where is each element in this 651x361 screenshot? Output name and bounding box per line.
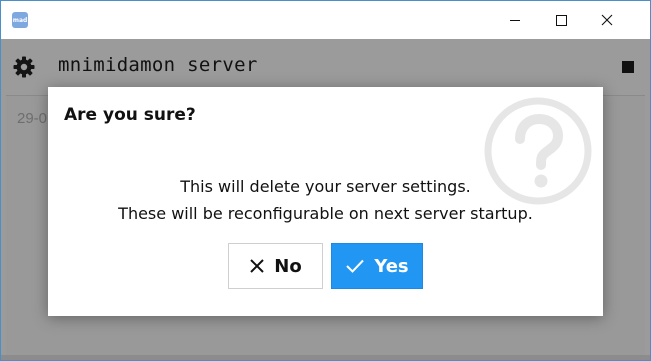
- confirm-dialog: Are you sure? This will delete your serv…: [48, 87, 603, 316]
- server-name: mnimidamon server: [58, 54, 258, 76]
- minimize-icon: [510, 19, 520, 21]
- maximize-icon: [555, 14, 567, 26]
- no-button[interactable]: No: [228, 243, 323, 289]
- stop-icon[interactable]: [622, 61, 634, 73]
- close-button[interactable]: [584, 1, 630, 39]
- x-icon: [250, 259, 264, 273]
- dialog-message: This will delete your server settings. T…: [48, 173, 603, 227]
- close-icon: [601, 14, 613, 26]
- bottom-bar: [1, 355, 650, 360]
- title-bar[interactable]: mad: [1, 1, 650, 39]
- yes-button[interactable]: Yes: [331, 243, 423, 289]
- app-window: mad mnimidamon server 29-0 Are you sure?…: [0, 0, 651, 361]
- check-icon: [346, 259, 365, 273]
- app-icon: mad: [12, 12, 28, 28]
- yes-button-label: Yes: [374, 255, 409, 277]
- gear-icon[interactable]: [12, 55, 36, 79]
- minimize-button[interactable]: [492, 1, 538, 39]
- dialog-message-line-1: This will delete your server settings.: [180, 177, 471, 196]
- no-button-label: No: [274, 255, 302, 277]
- maximize-button[interactable]: [538, 1, 584, 39]
- dialog-message-line-2: These will be reconfigurable on next ser…: [118, 204, 533, 223]
- dialog-title: Are you sure?: [64, 105, 196, 125]
- log-line: 29-0: [17, 110, 48, 127]
